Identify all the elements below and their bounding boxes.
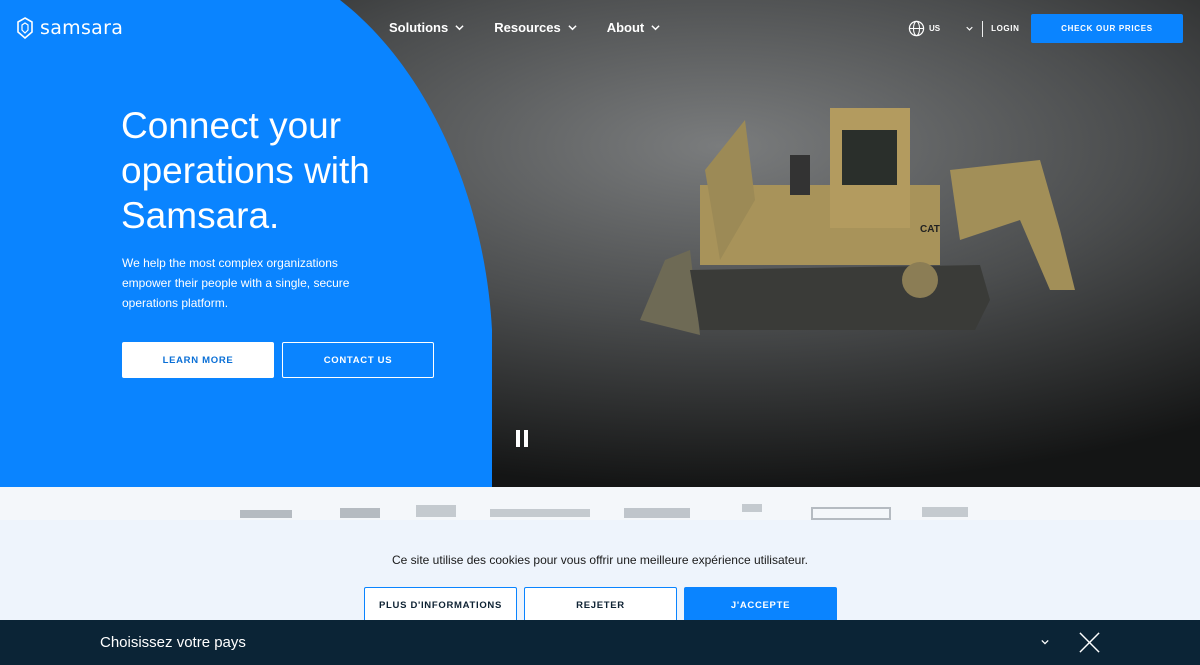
country-selector-bar: Choisissez votre pays [0,620,1200,665]
main-nav: Solutions Resources About [389,20,660,35]
nav-solutions-label: Solutions [389,20,449,35]
close-icon[interactable] [1078,631,1101,654]
samsara-logo[interactable]: samsara [16,17,123,39]
globe-icon [908,20,925,37]
pause-icon [516,430,520,447]
cookie-message: Ce site utilise des cookies pour vous of… [392,553,808,567]
nav-divider [982,20,984,37]
locale-code: US [929,24,941,33]
learn-more-button[interactable]: LEARN MORE [122,342,274,378]
accept-cookies-button[interactable]: J'ACCEPTE [684,587,837,623]
pause-icon [524,430,528,447]
samsara-logo-icon [17,17,33,39]
customer-logos-graphic [240,504,968,520]
chevron-down-icon [568,25,577,31]
check-prices-button[interactable]: CHECK OUR PRICES [1031,14,1183,43]
nav-about-label: About [606,20,645,35]
nav-solutions[interactable]: Solutions [389,20,464,35]
more-info-button[interactable]: PLUS D'INFORMATIONS [364,587,517,623]
hero-title: Connect your operations with Samsara. [121,105,370,236]
chevron-down-icon [651,25,660,31]
cookie-banner: Ce site utilise des cookies pour vous of… [0,520,1200,623]
customer-logos-strip [0,487,1200,522]
brand-name: samsara [40,17,124,39]
country-selector-title[interactable]: Choisissez votre pays [100,634,246,651]
locale-selector[interactable]: US LOGIN [908,20,1019,37]
nav-about[interactable]: About [607,20,661,35]
hero-blue-panel [0,0,492,487]
chevron-down-icon[interactable] [1041,638,1049,646]
login-link[interactable]: LOGIN [991,24,1019,33]
chevron-down-icon [455,25,464,31]
hero-subtitle: We help the most complex organizations e… [122,256,350,310]
nav-resources[interactable]: Resources [494,20,577,35]
chevron-down-icon [966,26,973,31]
contact-us-button[interactable]: CONTACT US [282,342,434,378]
reject-cookies-button[interactable]: REJETER [524,587,677,623]
nav-resources-label: Resources [494,20,561,35]
hero-section: CAT samsara Solutions Resources About US… [0,0,1200,487]
pause-video-button[interactable] [516,430,528,447]
